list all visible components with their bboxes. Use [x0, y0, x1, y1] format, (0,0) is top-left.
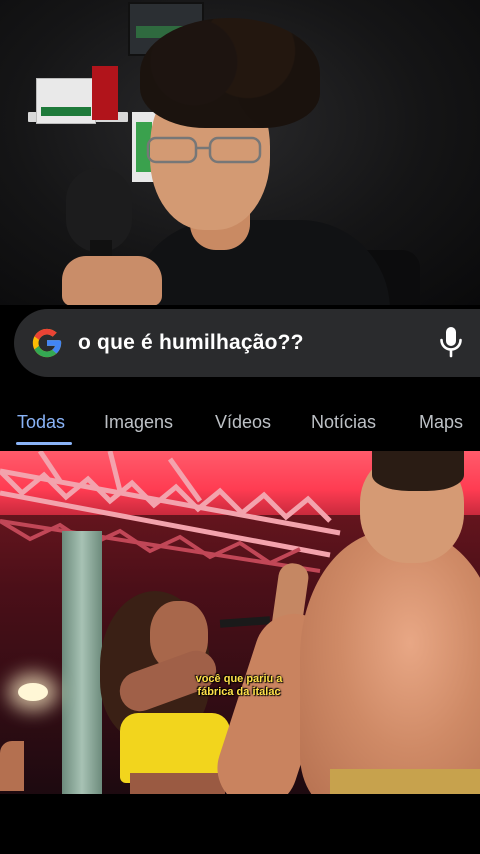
mic-icon[interactable] — [438, 326, 464, 358]
man-body — [300, 531, 480, 794]
search-tabs: Todas Imagens Vídeos Notícias Maps — [0, 400, 480, 450]
active-tab-indicator — [16, 442, 72, 445]
search-bar[interactable]: o que é humilhação?? — [14, 309, 480, 377]
video-caption: você que pariu a fábrica da italac — [184, 673, 294, 699]
tab-noticias[interactable]: Notícias — [311, 412, 376, 433]
pillar — [62, 531, 102, 794]
gpu-box — [36, 78, 96, 124]
caption-line-1: você que pariu a — [195, 673, 283, 685]
tab-videos[interactable]: Vídeos — [215, 412, 271, 433]
search-query-text[interactable]: o que é humilhação?? — [78, 331, 304, 355]
man-shorts — [330, 769, 480, 794]
streamer-hair — [140, 18, 320, 128]
google-g-icon — [32, 328, 62, 358]
streamer-hand — [62, 256, 162, 305]
man-hair — [372, 451, 464, 491]
tab-maps[interactable]: Maps — [419, 412, 463, 433]
streamer-video — [0, 0, 480, 305]
singer-body — [130, 773, 225, 794]
singer-microphone — [219, 616, 271, 628]
bystander — [0, 741, 24, 791]
bottom-bar — [0, 794, 480, 854]
tab-todas[interactable]: Todas — [17, 412, 65, 433]
glasses-icon — [146, 136, 262, 164]
streamer-torso — [130, 220, 390, 305]
red-box — [92, 66, 118, 120]
tab-imagens[interactable]: Imagens — [104, 412, 173, 433]
caption-line-2: fábrica da italac — [197, 686, 281, 698]
stage-light — [18, 683, 48, 701]
stage-video: você que pariu a fábrica da italac — [0, 451, 480, 794]
